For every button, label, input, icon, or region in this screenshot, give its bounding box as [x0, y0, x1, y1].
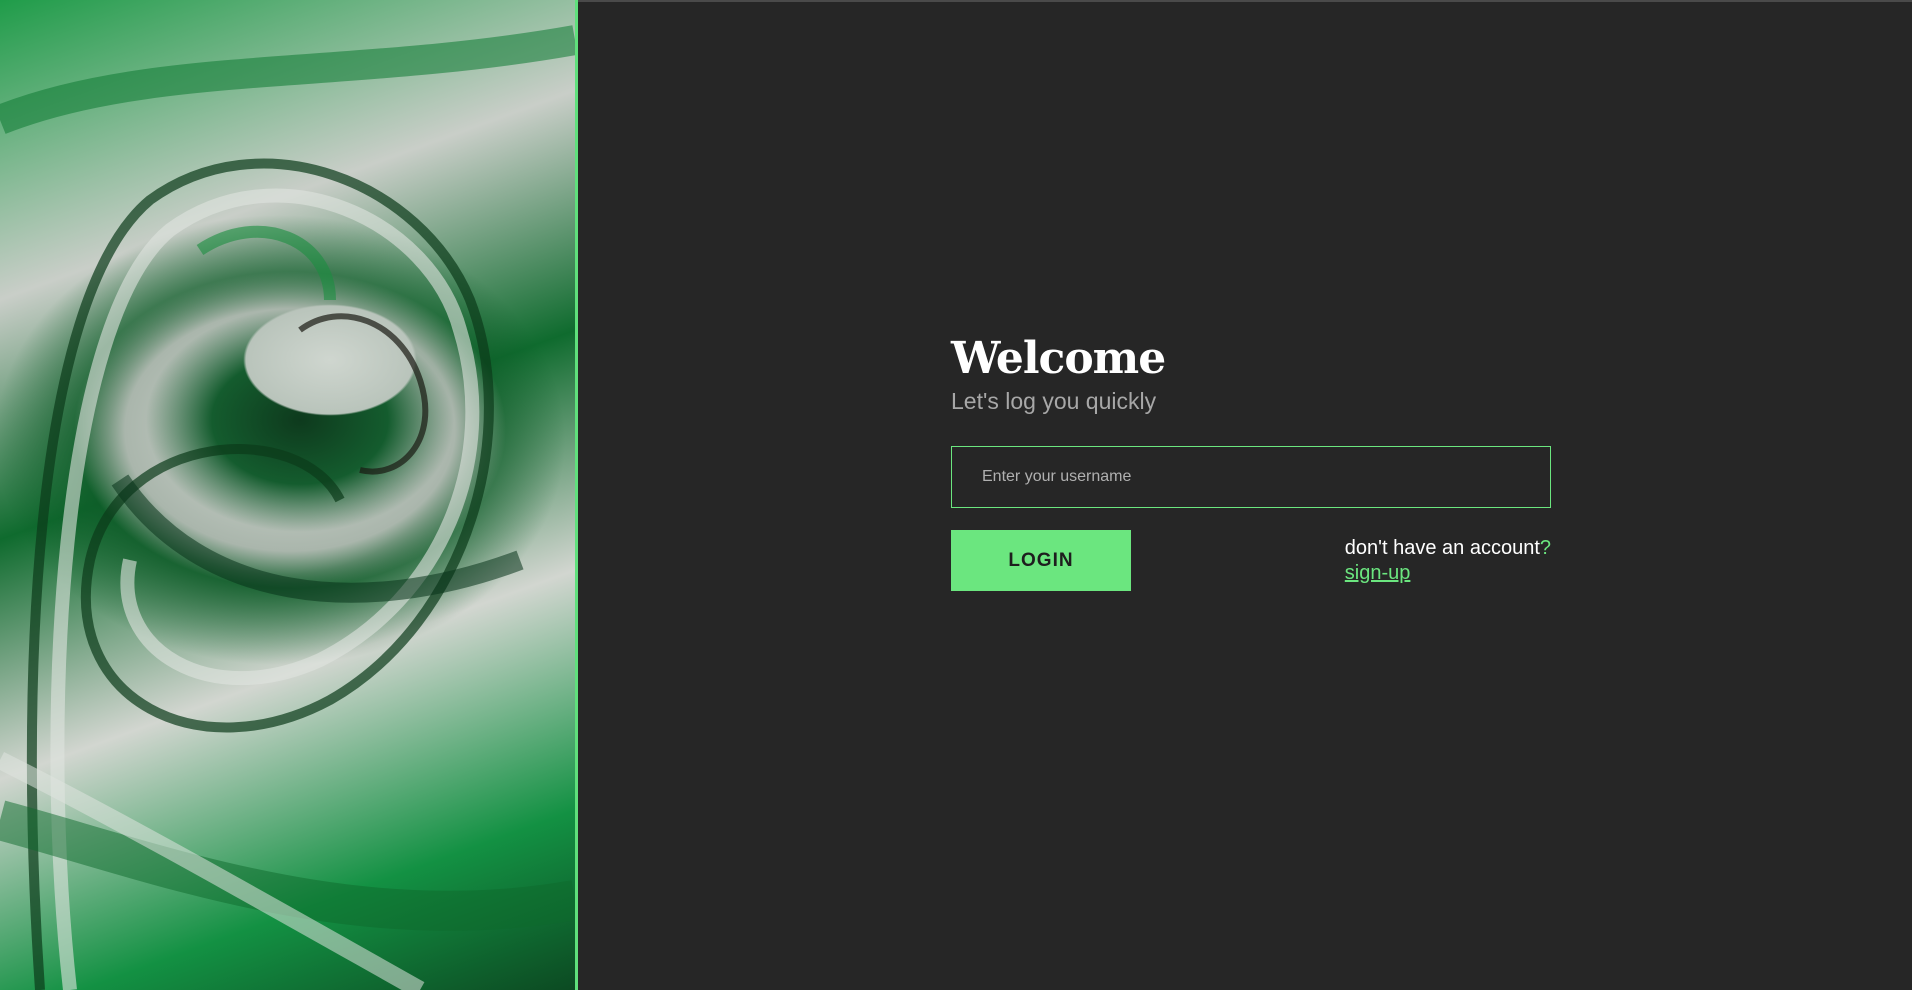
marble-art-image	[0, 0, 578, 990]
form-panel: Welcome Let's log you quickly LOGIN don'…	[578, 0, 1912, 990]
login-button[interactable]: LOGIN	[951, 530, 1131, 591]
login-page: Welcome Let's log you quickly LOGIN don'…	[0, 0, 1912, 990]
signup-link[interactable]: sign-up	[1345, 561, 1551, 586]
page-subtitle: Let's log you quickly	[951, 388, 1157, 414]
marble-swirl-icon	[0, 25, 575, 990]
login-form: Welcome Let's log you quickly LOGIN don'…	[951, 332, 1551, 591]
no-account-text: don't have an account	[1344, 537, 1540, 559]
username-input[interactable]	[951, 446, 1551, 508]
no-account-question-mark: ?	[1539, 537, 1551, 559]
page-title: Welcome	[951, 333, 1166, 384]
signup-prompt: don't have an account? sign-up	[1345, 536, 1551, 586]
form-actions: LOGIN don't have an account? sign-up	[951, 530, 1551, 591]
